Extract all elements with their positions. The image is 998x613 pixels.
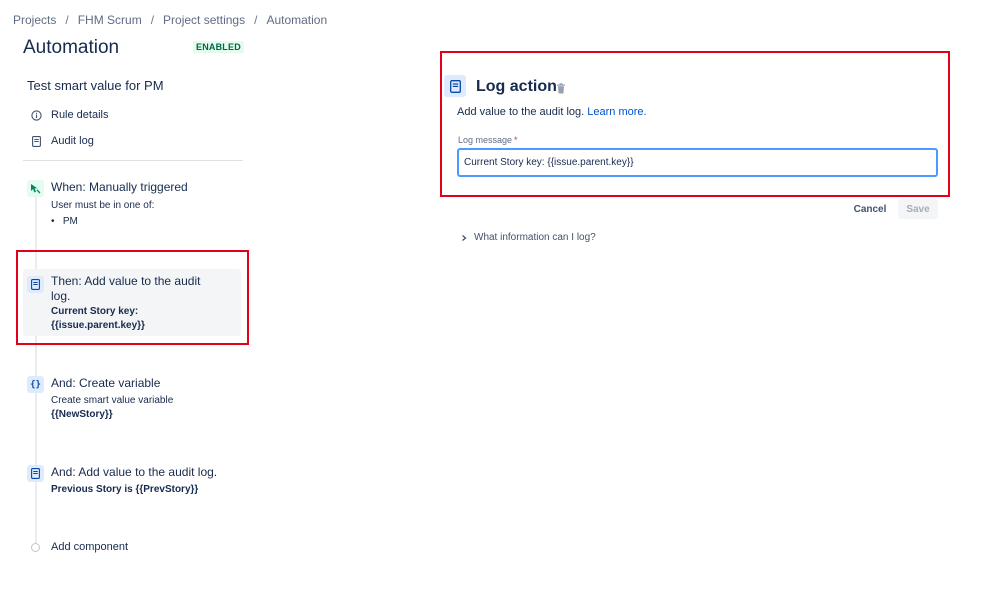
variable-value: {{NewStory}} <box>51 409 113 420</box>
info-icon <box>30 109 42 121</box>
breadcrumb-fhm-scrum[interactable]: FHM Scrum <box>78 13 142 27</box>
divider <box>23 160 243 161</box>
status-badge: ENABLED <box>193 41 244 53</box>
trigger-bullet-label: PM <box>62 216 78 227</box>
audit-log-label: Audit log <box>51 135 94 147</box>
required-marker: * <box>514 135 518 145</box>
log-message-input[interactable] <box>457 148 938 177</box>
breadcrumb-project-settings[interactable]: Project settings <box>163 13 245 27</box>
rule-details-link[interactable]: Rule details <box>30 109 108 121</box>
highlight-box-left <box>16 250 249 345</box>
learn-more-link[interactable]: Learn more. <box>587 106 646 118</box>
audit-log-link[interactable]: Audit log <box>30 135 94 147</box>
add-component-button[interactable]: Add component <box>31 541 128 553</box>
breadcrumb-separator: / <box>254 13 258 27</box>
panel-description: Add value to the audit log. Learn more. <box>457 106 647 118</box>
trash-icon[interactable] <box>556 81 566 94</box>
timeline-line <box>35 195 37 545</box>
trigger-icon <box>27 180 44 197</box>
log-message-label: Log message * <box>458 135 518 145</box>
chevron-right-icon <box>460 234 468 242</box>
panel-description-text: Add value to the audit log. <box>457 106 585 118</box>
breadcrumb-separator: / <box>65 13 69 27</box>
trigger-title: When: Manually triggered <box>51 180 188 194</box>
breadcrumb: Projects / FHM Scrum / Project settings … <box>13 13 327 27</box>
breadcrumb-projects[interactable]: Projects <box>13 13 56 27</box>
trigger-bullet-item: • PM <box>51 215 78 229</box>
what-can-i-log-expander[interactable]: What information can I log? <box>460 232 596 243</box>
cancel-button[interactable]: Cancel <box>846 199 894 219</box>
action2-title: And: Add value to the audit log. <box>51 465 218 479</box>
trigger-subtitle: User must be in one of: <box>51 200 155 211</box>
page-title: Automation <box>23 37 120 58</box>
save-button[interactable]: Save <box>898 199 938 219</box>
document-icon <box>30 135 42 147</box>
braces-icon: {} <box>27 376 44 393</box>
add-dot-icon <box>31 542 40 552</box>
document-icon <box>27 465 44 482</box>
action2-value: Previous Story is {{PrevStory}} <box>51 484 199 495</box>
breadcrumb-separator: / <box>150 13 155 27</box>
rule-name: Test smart value for PM <box>27 78 164 93</box>
panel-title: Log action <box>476 78 557 95</box>
document-icon <box>444 75 466 97</box>
rule-details-label: Rule details <box>51 109 109 121</box>
add-component-label: Add component <box>51 541 129 553</box>
breadcrumb-automation[interactable]: Automation <box>266 13 327 27</box>
expander-label: What information can I log? <box>474 232 596 243</box>
bullet-icon: • <box>51 216 55 227</box>
variable-subtitle: Create smart value variable <box>51 395 174 406</box>
variable-title: And: Create variable <box>51 376 161 390</box>
log-message-label-text: Log message <box>458 135 513 145</box>
